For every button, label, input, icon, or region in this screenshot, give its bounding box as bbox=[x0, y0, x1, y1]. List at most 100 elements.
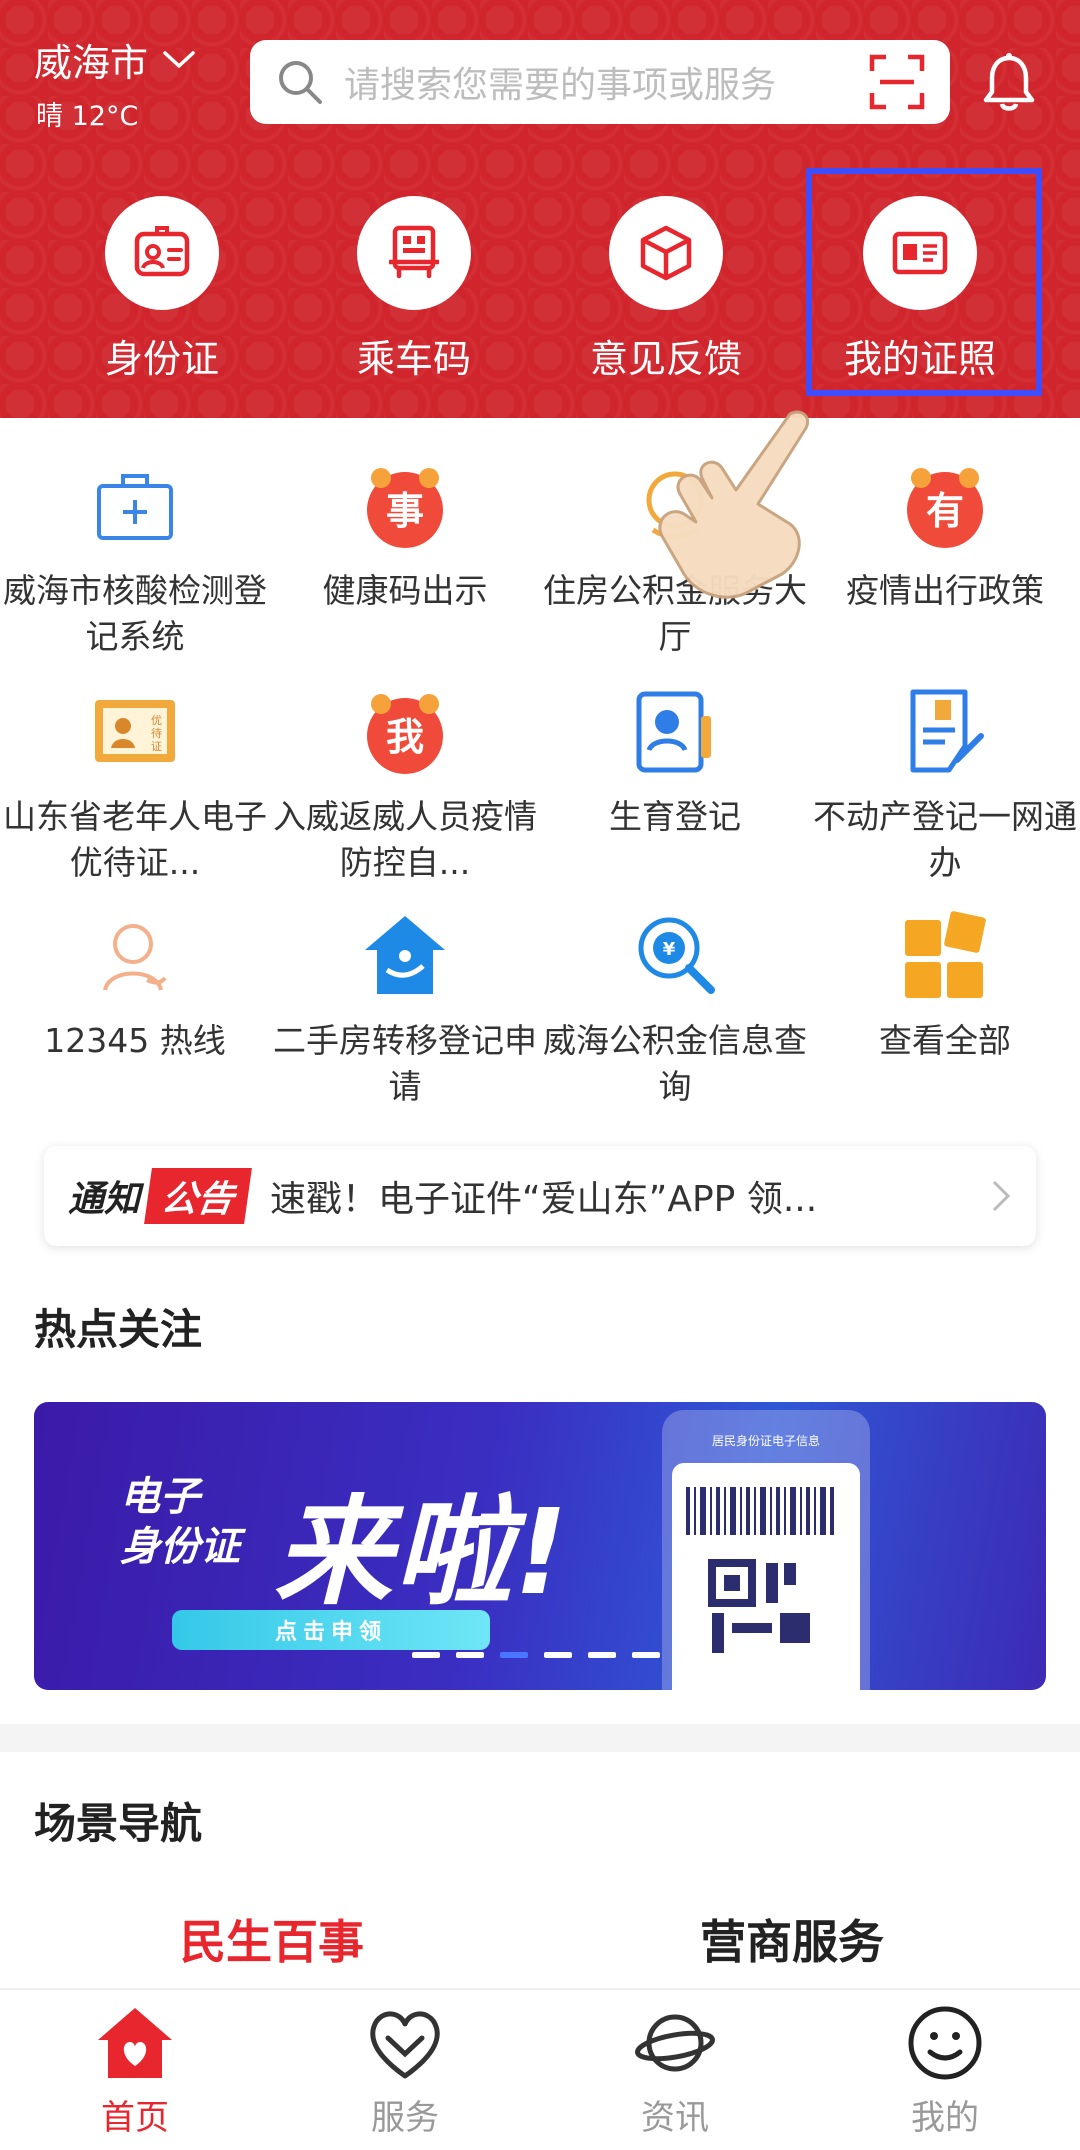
page-dot-active bbox=[500, 1652, 528, 1658]
svg-text:¥: ¥ bbox=[663, 939, 676, 960]
pointing-hand-icon bbox=[658, 410, 809, 599]
service-label: 查看全部 bbox=[879, 1021, 1011, 1060]
notice-tag-gonggao: 公告 bbox=[144, 1168, 252, 1224]
elder-card-icon: 优 待 证 bbox=[95, 700, 175, 762]
service-label: 威海市核酸检测登记系统 bbox=[3, 571, 267, 656]
service-label: 生育登记 bbox=[609, 797, 741, 836]
page-dot bbox=[456, 1652, 484, 1658]
service-item-health-code[interactable]: 事 健康码出示 bbox=[270, 458, 540, 614]
service-item-view-all[interactable]: 查看全部 bbox=[810, 908, 1080, 1064]
page-dot bbox=[588, 1652, 616, 1658]
service-item-epidemic-report[interactable]: 我 入威返威人员疫情防控自... bbox=[270, 684, 540, 886]
service-label: 12345 热线 bbox=[44, 1021, 226, 1060]
banner-small-text: 电子 身份证 bbox=[120, 1474, 240, 1570]
service-item-house-transfer[interactable]: 二手房转移登记申请 bbox=[270, 908, 540, 1110]
chevron-down-icon bbox=[163, 50, 195, 68]
promo-banner[interactable]: 电子 身份证 来啦! 点击申领 居民身份证电子信息 bbox=[34, 1402, 1046, 1690]
fund-query-icon: ¥ bbox=[638, 917, 715, 994]
svg-text:事: 事 bbox=[386, 489, 424, 533]
quick-item-feedback[interactable]: 意见反馈 bbox=[546, 196, 786, 383]
city-selector[interactable]: 威海市 bbox=[34, 32, 196, 87]
tab-minsheng[interactable]: 民生百事 bbox=[180, 1906, 364, 1972]
scan-icon[interactable] bbox=[868, 53, 926, 111]
phone-screen bbox=[672, 1463, 860, 1690]
nav-mine[interactable]: 我的 bbox=[810, 1990, 1080, 2150]
badge-shi-icon: 事 bbox=[367, 468, 443, 548]
svg-text:待: 待 bbox=[151, 726, 162, 740]
banner-pagination[interactable] bbox=[412, 1652, 660, 1658]
search-bar[interactable]: 请搜索您需要的事项或服务 bbox=[250, 40, 950, 124]
hotline-person-icon bbox=[103, 924, 167, 991]
nav-label: 我的 bbox=[911, 2098, 979, 2138]
planet-icon bbox=[635, 2014, 715, 2072]
weather-text: 晴 12°C bbox=[36, 101, 139, 132]
nav-label: 首页 bbox=[101, 2098, 169, 2138]
house-transfer-icon bbox=[365, 916, 445, 994]
bottom-nav: 首页 服务 资讯 我的 bbox=[0, 1988, 1080, 2150]
home-icon bbox=[98, 2008, 172, 2078]
badge-you-icon: 有 bbox=[907, 468, 983, 548]
quick-label: 身份证 bbox=[104, 337, 219, 381]
nav-home[interactable]: 首页 bbox=[0, 1990, 270, 2150]
nav-service[interactable]: 服务 bbox=[270, 1990, 540, 2150]
smiley-icon bbox=[908, 2006, 982, 2080]
barcode-qr-icon bbox=[686, 1487, 834, 1653]
notice-bar[interactable]: 通知 公告 速戳！电子证件“爱山东”APP 领... bbox=[44, 1146, 1036, 1246]
quick-circle bbox=[357, 196, 471, 310]
service-label: 疫情出行政策 bbox=[846, 571, 1044, 610]
service-item-birth-registration[interactable]: 生育登记 bbox=[540, 684, 810, 840]
city-name: 威海市 bbox=[34, 41, 149, 85]
feedback-box-icon bbox=[640, 225, 692, 281]
service-label: 入威返威人员疫情防控自... bbox=[273, 797, 537, 882]
search-placeholder: 请搜索您需要的事项或服务 bbox=[344, 65, 777, 106]
service-item-fund-query[interactable]: ¥ 威海公积金信息查询 bbox=[540, 908, 810, 1110]
property-document-icon bbox=[910, 689, 984, 773]
svg-text:有: 有 bbox=[926, 489, 964, 533]
hot-section-title: 热点关注 bbox=[34, 1305, 203, 1354]
service-label: 二手房转移登记申请 bbox=[273, 1021, 537, 1106]
banner-big-text: 来啦! bbox=[274, 1483, 570, 1621]
quick-circle bbox=[609, 196, 723, 310]
scene-section-title: 场景导航 bbox=[34, 1799, 203, 1848]
quick-circle bbox=[105, 196, 219, 310]
phone-title: 居民身份证电子信息 bbox=[711, 1434, 820, 1448]
all-grid-icon bbox=[905, 911, 986, 998]
chevron-right-icon bbox=[992, 1180, 1011, 1212]
service-label: 山东省老年人电子优待证... bbox=[3, 797, 267, 882]
service-item-elder-card[interactable]: 优 待 证 山东省老年人电子优待证... bbox=[0, 684, 270, 886]
search-icon bbox=[279, 61, 322, 104]
quick-label: 乘车码 bbox=[356, 337, 471, 381]
svg-text:我: 我 bbox=[386, 715, 424, 759]
svg-text:证: 证 bbox=[151, 740, 162, 753]
banner-phone-illustration: 居民身份证电子信息 bbox=[662, 1410, 870, 1690]
service-item-property-registration[interactable]: 不动产登记一网通办 bbox=[810, 684, 1080, 886]
quick-item-id-card[interactable]: 身份证 bbox=[42, 196, 282, 383]
page-dot bbox=[544, 1652, 572, 1658]
svg-text:优: 优 bbox=[151, 714, 162, 727]
service-label: 不动产登记一网通办 bbox=[813, 797, 1077, 882]
page-dot bbox=[632, 1652, 660, 1658]
notice-tag-tongzhi: 通知 bbox=[68, 1179, 141, 1220]
birth-registration-icon bbox=[636, 691, 711, 773]
bus-code-icon bbox=[389, 225, 439, 279]
heart-service-icon bbox=[370, 2011, 440, 2079]
nav-label: 资讯 bbox=[641, 2098, 709, 2138]
service-item-travel-policy[interactable]: 有 疫情出行政策 bbox=[810, 458, 1080, 614]
id-card-icon bbox=[134, 226, 190, 277]
banner-apply-button[interactable]: 点击申领 bbox=[172, 1610, 490, 1650]
section-divider bbox=[0, 1724, 1080, 1752]
service-item-nucleic-test[interactable]: 威海市核酸检测登记系统 bbox=[0, 458, 270, 660]
quick-label: 意见反馈 bbox=[589, 337, 742, 381]
quick-item-bus-code[interactable]: 乘车码 bbox=[294, 196, 534, 383]
nav-label: 服务 bbox=[371, 2098, 439, 2138]
badge-wo-icon: 我 bbox=[367, 694, 443, 774]
header-banner: 威海市 晴 12°C 请搜索您需要的事项或服务 身份证 乘车码 意见反馈 我的证… bbox=[0, 0, 1080, 418]
page-dot bbox=[412, 1652, 440, 1658]
service-item-hotline[interactable]: 12345 热线 bbox=[0, 908, 270, 1064]
nav-news[interactable]: 资讯 bbox=[540, 1990, 810, 2150]
bell-icon[interactable] bbox=[980, 52, 1038, 114]
highlight-box bbox=[806, 168, 1042, 396]
service-label: 威海公积金信息查询 bbox=[543, 1021, 807, 1106]
tab-yingshang[interactable]: 营商服务 bbox=[700, 1906, 884, 1972]
notice-text: 速戳！电子证件“爱山东”APP 领... bbox=[270, 1179, 818, 1220]
